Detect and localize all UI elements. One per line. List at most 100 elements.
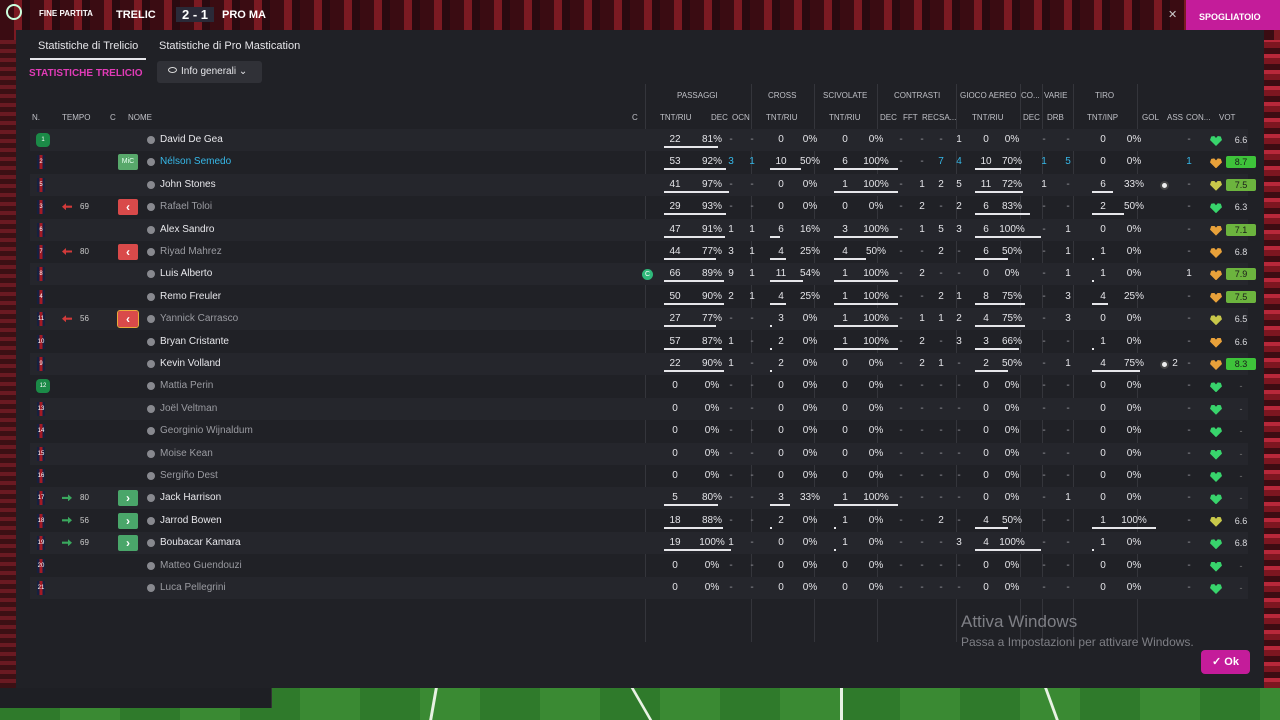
stat-codec: - <box>1042 582 1046 593</box>
col-cross-tnt[interactable]: TNT/RIU <box>766 113 798 122</box>
table-row[interactable]: 20 Matteo Guendouzi 0 0% 0 0% 0 0% 0 0% 0 0% - - - - - - -… <box>30 555 1248 577</box>
condition-heart-icon <box>1210 158 1222 169</box>
col-pass-ocn[interactable]: OCN <box>732 113 750 122</box>
col-contr-sa[interactable]: SA... <box>939 113 956 122</box>
col-c[interactable]: C <box>110 113 116 122</box>
chevron-left-icon[interactable]: ‹ <box>118 244 138 260</box>
player-name[interactable]: Georginio Wijnaldum <box>160 420 253 442</box>
player-name[interactable]: Rafael Toloi <box>160 196 212 218</box>
stat-ass: 1 <box>1186 156 1192 168</box>
col-con[interactable]: CON... <box>1186 113 1210 122</box>
table-row[interactable]: 4 Remo Freuler 50 90% 4 25% 1 100% 8 75% 4 25% 2 1- -2… <box>30 286 1256 308</box>
col-ass[interactable]: ASS <box>1167 113 1183 122</box>
col-aereo-tnt[interactable]: TNT/RIU <box>972 113 1004 122</box>
stat-drb: - <box>1066 514 1070 526</box>
player-name[interactable]: Jack Harrison <box>160 487 221 509</box>
table-row[interactable]: 14 Georginio Wijnaldum 0 0% 0 0% 0 0% 0 0% 0 0% - - - -… <box>30 420 1248 442</box>
col-captain[interactable]: C <box>632 113 638 122</box>
windows-watermark-subtitle: Passa a Impostazioni per attivare Window… <box>961 635 1194 649</box>
player-rating: 8.3 <box>1226 358 1256 370</box>
table-row[interactable]: 17 80 › Jack Harrison 5 80% 3 33% 1 100% 0 0% 0 0% - - -… <box>30 487 1248 510</box>
player-name[interactable]: Luis Alberto <box>160 263 212 285</box>
col-gol[interactable]: GOL <box>1142 113 1159 122</box>
chevron-right-icon[interactable]: › <box>118 512 138 529</box>
sciv-rate: 0% <box>868 201 884 213</box>
success-rate-bar <box>770 370 772 372</box>
chevron-right-icon[interactable]: › <box>118 490 138 507</box>
player-name[interactable]: Jarrod Bowen <box>160 510 222 532</box>
stat-ass: - <box>1187 290 1191 302</box>
col-contr-rec[interactable]: REC <box>922 113 939 122</box>
table-row[interactable]: 21 Luca Pellegrini 0 0% 0 0% 0 0% 0 0% 0 0% - - - - - - - -… <box>30 577 1248 599</box>
table-row[interactable]: 5 John Stones 41 97% 0 0% 1 100% 11 72% 6 33% - - -1 2 5… <box>30 173 1256 196</box>
tab-away-stats[interactable]: Statistiche di Pro Mastication <box>159 40 300 52</box>
player-name[interactable]: John Stones <box>160 174 216 196</box>
sub-minute: 80 <box>80 247 89 256</box>
tiro-rate: 0% <box>1126 582 1142 593</box>
col-n[interactable]: N. <box>32 113 40 122</box>
table-row[interactable]: 12 Mattia Perin 0 0% 0 0% 0 0% 0 0% 0 0% - - - - - - - - - - <box>30 375 1248 397</box>
close-icon[interactable]: ✕ <box>1168 8 1177 21</box>
player-name[interactable]: Riyad Mahrez <box>160 241 222 263</box>
chevron-right-icon[interactable]: › <box>118 535 138 552</box>
shirt-number: 16 <box>37 469 45 483</box>
success-rate-bar <box>664 325 716 328</box>
col-nome[interactable]: NOME <box>128 113 152 122</box>
player-name[interactable]: Boubacar Kamara <box>160 532 241 554</box>
player-name[interactable]: Luca Pellegrini <box>160 577 226 599</box>
table-row[interactable]: 10 Bryan Cristante 57 87% 2 0% 1 100% 3 66% 1 0% 1- -… <box>30 331 1248 353</box>
table-row[interactable]: 2 MiC Nélson Semedo 53 92% 10 50% 6 100% 10 70% 0 0%… <box>30 151 1256 173</box>
player-name[interactable]: Bryan Cristante <box>160 331 229 353</box>
table-row[interactable]: 16 Sergiño Dest 0 0% 0 0% 0 0% 0 0% 0 0% - - - - - - - - - - <box>30 465 1248 487</box>
player-name[interactable]: Nélson Semedo <box>160 151 231 173</box>
col-pass-dec[interactable]: DEC <box>711 113 728 122</box>
col-tiro-tnt[interactable]: TNT/INP <box>1087 113 1118 122</box>
player-name[interactable]: Alex Sandro <box>160 219 214 241</box>
table-row[interactable]: 15 Moise Kean 0 0% 0 0% 0 0% 0 0% 0 0% - - - - - - - - - - <box>30 442 1248 465</box>
tiro-attempts: 0 <box>1100 470 1106 481</box>
col-sciv-tnt[interactable]: TNT/RIU <box>829 113 861 122</box>
player-name[interactable]: Joël Veltman <box>160 398 217 420</box>
dressing-room-button[interactable]: SPOGLIATOIO <box>1186 0 1280 30</box>
sciv-rate: 0% <box>868 470 884 481</box>
player-name[interactable]: Yannick Carrasco <box>160 308 238 330</box>
col-co-dec[interactable]: DEC <box>1023 113 1040 122</box>
table-row[interactable]: 1 David De Gea 22 81% 0 0% 0 0% 0 0% 0 0% - - - - -1- - -6… <box>30 129 1248 151</box>
cross-rate: 0% <box>802 380 818 392</box>
col-contr-fft[interactable]: FFT <box>903 113 918 122</box>
player-rating: - <box>1239 471 1243 481</box>
player-name[interactable]: Kevin Volland <box>160 353 221 375</box>
player-name[interactable]: David De Gea <box>160 129 223 151</box>
table-row[interactable]: 19 69 › Boubacar Kamara 19 100% 0 0% 1 0% 4 100% 1 0%… <box>30 532 1248 555</box>
table-row[interactable]: 9 Kevin Volland 22 90% 2 0% 0 0% 2 50% 4 75% 1- -2 1- -… <box>30 353 1256 375</box>
col-pass-tnt[interactable]: TNT/RIU <box>660 113 692 122</box>
table-row[interactable]: 3 69 ‹ Rafael Toloi 29 93% 0 0% 0 0% 6 83% 2 50% - - -2-… <box>30 196 1248 218</box>
col-varie-drb[interactable]: DRB <box>1047 113 1064 122</box>
tab-home-stats[interactable]: Statistiche di Trelicio <box>29 40 147 60</box>
chevron-left-icon[interactable]: ‹ <box>117 310 139 329</box>
stat-cdec: - <box>899 492 903 504</box>
sub-minute: 69 <box>80 202 89 212</box>
col-tempo[interactable]: TEMPO <box>62 113 90 122</box>
stat-codec: - <box>1042 223 1046 235</box>
col-vot[interactable]: VOT <box>1219 113 1235 122</box>
table-row[interactable]: 18 56 › Jarrod Bowen 18 88% 2 0% 1 0% 4 50% 1 100% - - -… <box>30 510 1248 532</box>
player-name[interactable]: Mattia Perin <box>160 375 213 397</box>
condition-heart-icon <box>1210 270 1222 281</box>
view-selector-dropdown[interactable]: Info generali ⌄ <box>157 61 262 83</box>
ok-button[interactable]: ✓ Ok <box>1201 650 1250 674</box>
player-name[interactable]: Sergiño Dest <box>160 465 218 487</box>
player-name[interactable]: Remo Freuler <box>160 286 221 308</box>
player-name[interactable]: Moise Kean <box>160 443 213 465</box>
success-rate-bar <box>975 168 1021 171</box>
chevron-left-icon[interactable]: ‹ <box>118 199 138 216</box>
table-row[interactable]: 8 Luis Alberto C 66 89% 11 54% 1 100% 0 0% 1 0% 9 1-2-… <box>30 263 1256 286</box>
table-row[interactable]: 13 Joël Veltman 0 0% 0 0% 0 0% 0 0% 0 0% - - - - - - - - - - <box>30 397 1248 420</box>
table-row[interactable]: 11 56 ‹ Yannick Carrasco 27 77% 3 0% 1 100% 4 75% 0 0… <box>30 308 1248 331</box>
player-name[interactable]: Matteo Guendouzi <box>160 555 242 577</box>
header-contrasti: CONTRASTI <box>894 91 941 100</box>
table-row[interactable]: 6 Alex Sandro 47 91% 6 16% 3 100% 6 100% 0 0% 1 1-1 5 3… <box>30 218 1256 241</box>
table-row[interactable]: 7 80 ‹ Riyad Mahrez 44 77% 4 25% 4 50% 6 50% 1 0% 3 1- -… <box>30 241 1248 263</box>
col-contr-dec[interactable]: DEC <box>880 113 897 122</box>
success-rate-bar <box>1092 302 1108 305</box>
